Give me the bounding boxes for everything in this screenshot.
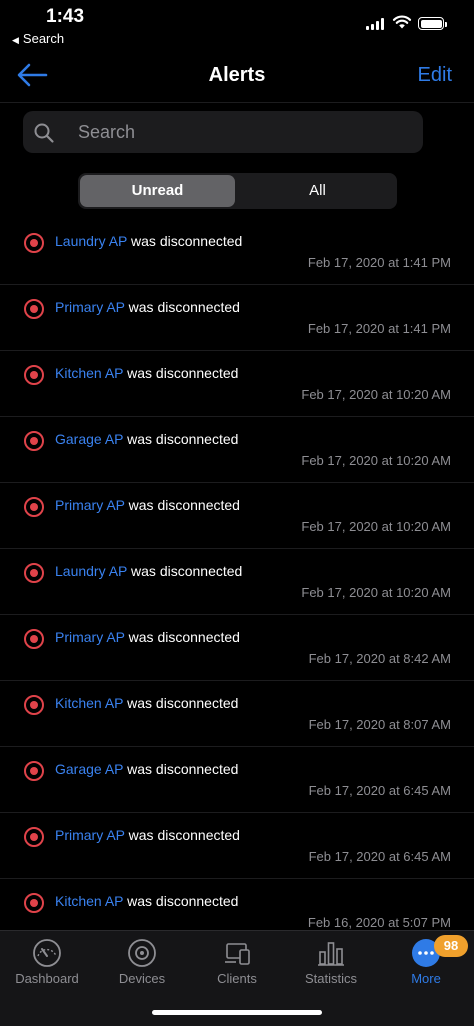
back-to-app-link[interactable]: ◀ Search [12,31,64,46]
alert-icon [24,563,44,583]
alert-row[interactable]: Primary AP was disconnected Feb 17, 2020 … [0,483,474,549]
alert-icon [24,761,44,781]
filter-segmented-control: Unread All [78,173,397,209]
alert-icon [24,893,44,913]
alert-icon [24,299,44,319]
alert-device-link[interactable]: Garage AP [55,431,123,447]
search-input[interactable]: Search [23,111,423,153]
status-bar: 1:43 ◀ Search [0,0,474,50]
alert-timestamp: Feb 17, 2020 at 10:20 AM [301,453,451,468]
tab-statistics[interactable]: Statistics [284,931,378,1001]
device-icon [128,939,156,967]
back-triangle-icon: ◀ [12,35,19,45]
alert-row[interactable]: Garage AP was disconnected Feb 17, 2020 a… [0,747,474,813]
home-indicator[interactable] [152,1010,322,1015]
alert-icon [24,431,44,451]
alert-row[interactable]: Kitchen AP was disconnected Feb 17, 2020 … [0,681,474,747]
page-title: Alerts [208,64,266,86]
alert-icon [24,497,44,517]
tab-clients[interactable]: Clients [190,931,284,1001]
alert-message: was disconnected [128,629,240,645]
segment-unread[interactable]: Unread [80,175,235,207]
alert-row[interactable]: Laundry AP was disconnected Feb 17, 2020 … [0,219,474,285]
navigation-bar: Alerts Edit [0,50,474,103]
battery-icon [418,17,447,30]
alert-timestamp: Feb 17, 2020 at 8:07 AM [308,717,451,732]
alert-timestamp: Feb 17, 2020 at 8:42 AM [308,651,451,666]
alert-device-link[interactable]: Primary AP [55,299,125,315]
alert-icon [24,629,44,649]
tab-label: Statistics [304,971,357,986]
alert-device-link[interactable]: Kitchen AP [55,365,123,381]
alert-message: was disconnected [127,695,239,711]
alert-icon [24,365,44,385]
alert-row[interactable]: Primary AP was disconnected Feb 17, 2020 … [0,813,474,879]
alert-row[interactable]: Kitchen AP was disconnected Feb 17, 2020 … [0,351,474,417]
alert-device-link[interactable]: Kitchen AP [55,695,123,711]
tab-label: Devices [118,971,166,986]
back-app-label: Search [22,31,65,46]
wifi-icon [392,15,412,29]
segment-all[interactable]: All [240,175,395,207]
alert-message: was disconnected [128,827,240,843]
alert-timestamp: Feb 17, 2020 at 10:20 AM [301,387,451,402]
tab-devices[interactable]: Devices [95,931,189,1001]
alert-message: was disconnected [131,233,243,249]
alert-message: was disconnected [128,497,240,513]
notification-badge: 98 [434,935,468,957]
alert-row[interactable]: Laundry AP was disconnected Feb 17, 2020 … [0,549,474,615]
tab-label: Clients [217,971,257,986]
alert-message: was disconnected [127,365,239,381]
statistics-icon [318,942,344,966]
alert-timestamp: Feb 17, 2020 at 10:20 AM [301,519,451,534]
alert-message: was disconnected [131,563,243,579]
alert-icon [24,827,44,847]
alert-device-link[interactable]: Primary AP [55,497,125,513]
alert-device-link[interactable]: Kitchen AP [55,893,123,909]
alerts-list: Laundry AP was disconnected Feb 17, 2020 … [0,219,474,945]
alert-row[interactable]: Primary AP was disconnected Feb 17, 2020 … [0,285,474,351]
alert-timestamp: Feb 16, 2020 at 5:07 PM [307,915,451,930]
alert-timestamp: Feb 17, 2020 at 10:20 AM [301,585,451,600]
alert-device-link[interactable]: Laundry AP [55,233,127,249]
alert-timestamp: Feb 17, 2020 at 6:45 AM [308,849,451,864]
alert-row[interactable]: Primary AP was disconnected Feb 17, 2020 … [0,615,474,681]
alert-icon [24,233,44,253]
alert-device-link[interactable]: Primary AP [55,629,125,645]
alert-device-link[interactable]: Garage AP [55,761,123,777]
alert-device-link[interactable]: Primary AP [55,827,125,843]
alert-timestamp: Feb 17, 2020 at 1:41 PM [307,321,451,336]
alert-timestamp: Feb 17, 2020 at 1:41 PM [307,255,451,270]
alert-timestamp: Feb 17, 2020 at 6:45 AM [308,783,451,798]
search-placeholder: Search [78,122,136,142]
alert-icon [24,695,44,715]
status-time: 1:43 [46,6,85,27]
tab-label: Dashboard [15,971,79,986]
speedometer-icon [33,939,61,967]
alert-message: was disconnected [127,761,239,777]
clients-icon [225,943,250,965]
alert-row[interactable]: Garage AP was disconnected Feb 17, 2020 a… [0,417,474,483]
alert-message: was disconnected [127,893,239,909]
cellular-signal-icon [366,18,384,30]
tab-dashboard[interactable]: Dashboard [0,931,94,1001]
alert-message: was disconnected [127,431,239,447]
edit-button[interactable]: Edit [418,64,452,87]
search-icon [34,123,54,143]
tab-label: More [411,971,441,986]
alert-device-link[interactable]: Laundry AP [55,563,127,579]
alert-message: was disconnected [128,299,240,315]
